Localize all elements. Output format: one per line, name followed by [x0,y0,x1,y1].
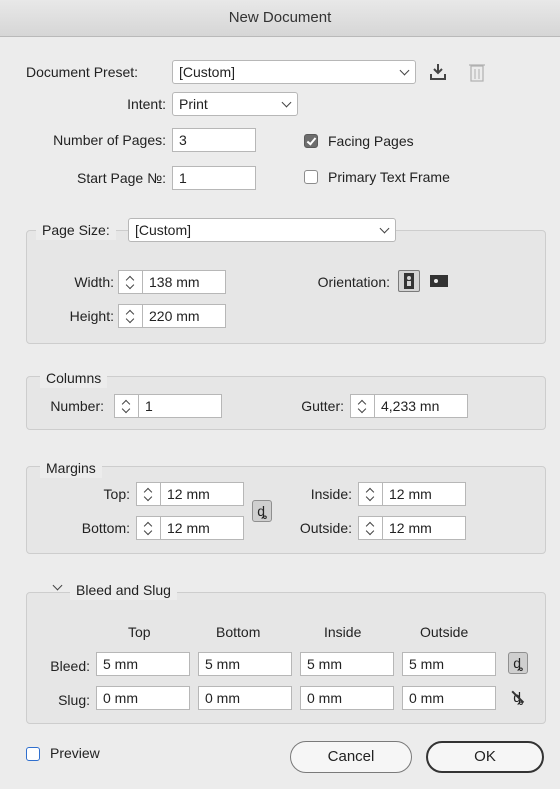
col-bottom-label: Bottom [216,624,261,640]
gutter-stepper[interactable] [350,394,374,418]
columns-number-label: Number: [50,398,104,414]
slug-bottom-input[interactable]: 0 mm [198,686,292,710]
window-title: New Document [0,0,560,37]
bleed-inside-input[interactable]: 5 mm [300,652,394,676]
unlink-icon[interactable]: ȡ [508,686,528,708]
height-input[interactable]: 220 mm [142,304,226,328]
primary-text-frame-label[interactable]: Primary Text Frame [328,167,450,187]
bleed-top-input[interactable]: 5 mm [96,652,190,676]
download-icon[interactable] [428,62,448,82]
gutter-input[interactable]: 4,233 mn [374,394,468,418]
start-page-input[interactable]: 1 [172,166,256,190]
margin-bottom-label: Bottom: [81,520,130,536]
preset-select[interactable]: [Custom] [172,60,416,84]
chevron-down-icon [399,65,410,76]
cancel-button[interactable]: Cancel [290,741,412,773]
margin-top-label: Top: [103,486,130,502]
bleed-label: Bleed: [50,658,90,674]
facing-pages-checkbox[interactable] [304,134,318,148]
bleed-link-icon[interactable]: ȡ [508,652,528,674]
chevron-down-icon [379,223,390,234]
columns-number-stepper[interactable] [114,394,138,418]
width-label: Width: [74,274,114,290]
col-top-label: Top [128,624,151,640]
page-size-select[interactable]: [Custom] [128,218,396,242]
margins-group [26,466,546,554]
margin-top-input[interactable]: 12 mm [160,482,244,506]
preview-label[interactable]: Preview [50,743,100,763]
new-document-dialog: New Document Document Preset: [Custom] I… [0,0,560,789]
landscape-icon[interactable] [428,270,450,292]
margin-outside-input[interactable]: 12 mm [382,516,466,540]
margin-outside-label: Outside: [299,520,352,536]
slug-inside-input[interactable]: 0 mm [300,686,394,710]
margins-title: Margins [40,458,102,478]
margin-inside-input[interactable]: 12 mm [382,482,466,506]
slug-outside-input[interactable]: 0 mm [402,686,496,710]
intent-value: Print [179,96,208,112]
height-label: Height: [69,308,114,324]
chevron-down-icon [281,97,292,108]
col-inside-label: Inside [324,624,362,640]
primary-text-frame-checkbox[interactable] [304,170,318,184]
trash-icon[interactable] [468,62,486,82]
margin-bottom-input[interactable]: 12 mm [160,516,244,540]
slug-top-input[interactable]: 0 mm [96,686,190,710]
bleed-bottom-input[interactable]: 5 mm [198,652,292,676]
margin-bottom-stepper[interactable] [136,516,160,540]
orientation-label: Orientation: [317,274,390,290]
gutter-label: Gutter: [301,398,344,414]
bleed-outside-input[interactable]: 5 mm [402,652,496,676]
margin-top-stepper[interactable] [136,482,160,506]
chevron-down-icon[interactable] [52,580,63,591]
slug-label: Slug: [58,692,90,708]
intent-select[interactable]: Print [172,92,298,116]
margin-inside-stepper[interactable] [358,482,382,506]
margin-outside-stepper[interactable] [358,516,382,540]
portrait-icon[interactable] [398,270,420,292]
width-input[interactable]: 138 mm [142,270,226,294]
height-stepper[interactable] [118,304,142,328]
bleed-slug-title[interactable]: Bleed and Slug [70,580,177,600]
start-page-label: Start Page №: [77,170,166,186]
columns-title: Columns [40,368,108,388]
preview-checkbox[interactable] [26,747,40,761]
page-size-value: [Custom] [135,222,192,238]
page-size-label: Page Size: [36,220,116,240]
preset-value: [Custom] [179,64,236,80]
columns-number-input[interactable]: 1 [138,394,222,418]
pages-input[interactable]: 3 [172,128,256,152]
intent-label: Intent: [127,96,166,112]
pages-label: Number of Pages: [53,132,166,148]
width-stepper[interactable] [118,270,142,294]
col-outside-label: Outside [420,624,469,640]
ok-button[interactable]: OK [426,741,544,773]
margins-link-icon[interactable]: ȡ [252,500,272,522]
preset-label: Document Preset: [26,64,139,80]
margin-inside-label: Inside: [310,486,352,502]
facing-pages-label[interactable]: Facing Pages [328,131,414,151]
